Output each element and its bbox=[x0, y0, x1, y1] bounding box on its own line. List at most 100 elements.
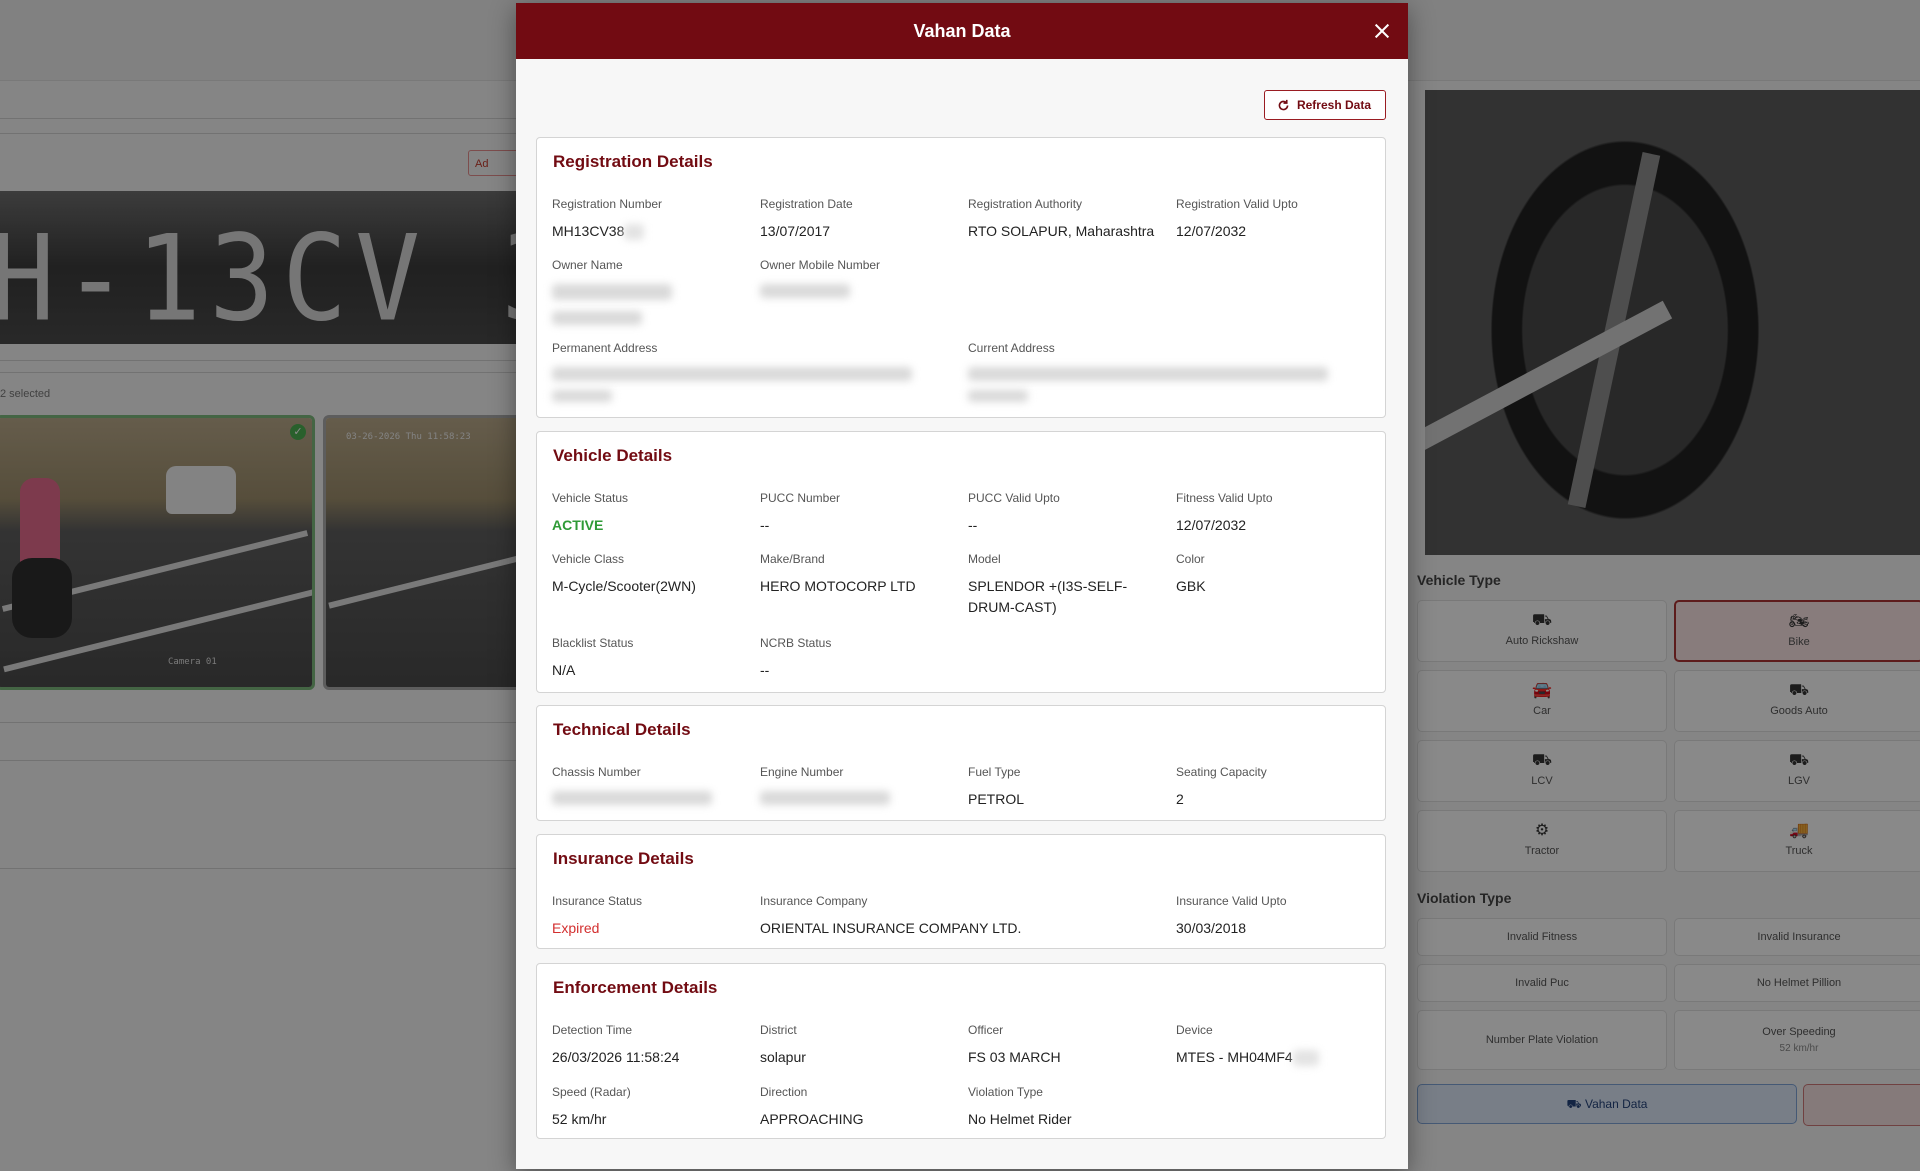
field-value: -- bbox=[968, 517, 978, 533]
section-title: Enforcement Details bbox=[553, 978, 718, 997]
officer-field: Officer FS 03 MARCH bbox=[968, 1023, 1168, 1068]
section-title: Vehicle Details bbox=[553, 446, 673, 465]
fitness-valid-upto-field: Fitness Valid Upto 12/07/2032 bbox=[1176, 491, 1376, 536]
field-value: HERO MOTOCORP LTD bbox=[760, 578, 916, 594]
redacted-text bbox=[624, 224, 645, 241]
registration-date-field: Registration Date 13/07/2017 bbox=[760, 197, 960, 242]
speed-field: Speed (Radar) 52 km/hr bbox=[552, 1085, 752, 1130]
field-label: Owner Name bbox=[552, 258, 623, 272]
field-label: Make/Brand bbox=[760, 552, 825, 566]
field-label: Fitness Valid Upto bbox=[1176, 491, 1273, 505]
field-value: -- bbox=[760, 517, 770, 533]
current-address-field: Current Address bbox=[968, 341, 1358, 407]
redacted-text bbox=[760, 284, 960, 303]
vahan-data-modal: Vahan Data Refresh Data Registration Det… bbox=[516, 3, 1408, 1169]
field-label: Registration Number bbox=[552, 197, 663, 211]
field-label: Owner Mobile Number bbox=[760, 258, 881, 272]
field-label: Registration Authority bbox=[968, 197, 1083, 211]
field-label: Color bbox=[1176, 552, 1205, 566]
redacted-text bbox=[552, 367, 942, 407]
field-label: Chassis Number bbox=[552, 765, 641, 779]
make-brand-field: Make/Brand HERO MOTOCORP LTD bbox=[760, 552, 960, 597]
ncrb-status-field: NCRB Status -- bbox=[760, 636, 960, 681]
seating-capacity-field: Seating Capacity 2 bbox=[1176, 765, 1376, 810]
field-label: Speed (Radar) bbox=[552, 1085, 631, 1099]
refresh-data-label: Refresh Data bbox=[1296, 98, 1371, 112]
field-label: Registration Date bbox=[760, 197, 853, 211]
field-value: FS 03 MARCH bbox=[968, 1049, 1061, 1065]
field-value: 13/07/2017 bbox=[760, 223, 831, 239]
refresh-data-button[interactable]: Refresh Data bbox=[1263, 90, 1386, 120]
field-value: PETROL bbox=[968, 791, 1025, 807]
registration-number-field: Registration Number MH13CV38 bbox=[552, 197, 752, 242]
field-value: 12/07/2032 bbox=[1176, 223, 1247, 239]
device-field: Device MTES - MH04MF4 bbox=[1176, 1023, 1376, 1068]
field-value: RTO SOLAPUR, Maharashtra bbox=[968, 223, 1155, 239]
status-badge: Expired bbox=[552, 920, 600, 936]
violation-type-field: Violation Type No Helmet Rider bbox=[968, 1085, 1168, 1130]
blacklist-status-field: Blacklist Status N/A bbox=[552, 636, 752, 681]
field-label: Direction bbox=[760, 1085, 808, 1099]
registration-number-value: MH13CV38 bbox=[552, 223, 625, 239]
field-label: NCRB Status bbox=[760, 636, 832, 650]
device-value: MTES - MH04MF4 bbox=[1176, 1049, 1293, 1065]
enforcement-details-section: Enforcement Details Detection Time 26/03… bbox=[536, 963, 1386, 1139]
color-field: Color GBK bbox=[1176, 552, 1376, 597]
field-label: Vehicle Status bbox=[552, 491, 629, 505]
field-value: 30/03/2018 bbox=[1176, 920, 1247, 936]
field-label: Device bbox=[1176, 1023, 1213, 1037]
detection-time-field: Detection Time 26/03/2026 11:58:24 bbox=[552, 1023, 752, 1068]
modal-header: Vahan Data bbox=[516, 3, 1408, 59]
permanent-address-field: Permanent Address bbox=[552, 341, 942, 407]
field-label: Violation Type bbox=[968, 1085, 1043, 1099]
refresh-icon bbox=[1278, 99, 1289, 110]
vehicle-class-field: Vehicle Class M-Cycle/Scooter(2WN) bbox=[552, 552, 752, 597]
field-label: Insurance Company bbox=[760, 894, 868, 908]
field-value: M-Cycle/Scooter(2WN) bbox=[552, 578, 696, 594]
field-value: ORIENTAL INSURANCE COMPANY LTD. bbox=[760, 920, 1022, 936]
field-value: 2 bbox=[1176, 791, 1184, 807]
field-label: Officer bbox=[968, 1023, 1004, 1037]
field-value: GBK bbox=[1176, 578, 1206, 594]
fuel-type-field: Fuel Type PETROL bbox=[968, 765, 1168, 810]
field-label: Insurance Status bbox=[552, 894, 643, 908]
field-label: PUCC Valid Upto bbox=[968, 491, 1060, 505]
field-value: -- bbox=[760, 662, 770, 678]
field-label: Model bbox=[968, 552, 1001, 566]
owner-name-field: Owner Name bbox=[552, 258, 752, 330]
redacted-text bbox=[760, 791, 960, 810]
section-title: Technical Details bbox=[553, 720, 691, 739]
modal-title: Vahan Data bbox=[913, 21, 1011, 41]
field-value: solapur bbox=[760, 1049, 806, 1065]
district-field: District solapur bbox=[760, 1023, 960, 1068]
field-value: 26/03/2026 11:58:24 bbox=[552, 1049, 680, 1065]
insurance-details-section: Insurance Details Insurance Status Expir… bbox=[536, 834, 1386, 949]
field-label: Insurance Valid Upto bbox=[1176, 894, 1287, 908]
pucc-number-field: PUCC Number -- bbox=[760, 491, 960, 536]
pucc-valid-upto-field: PUCC Valid Upto -- bbox=[968, 491, 1168, 536]
insurance-status-field: Insurance Status Expired bbox=[552, 894, 752, 939]
direction-field: Direction APPROACHING bbox=[760, 1085, 960, 1130]
section-title: Insurance Details bbox=[553, 849, 694, 868]
field-value: MTES - MH04MF4 bbox=[1176, 1047, 1376, 1068]
registration-valid-upto-field: Registration Valid Upto 12/07/2032 bbox=[1176, 197, 1376, 242]
section-title: Registration Details bbox=[553, 152, 713, 171]
close-icon[interactable] bbox=[1370, 19, 1394, 43]
vehicle-details-section: Vehicle Details Vehicle Status ACTIVE PU… bbox=[536, 431, 1386, 693]
redacted-text bbox=[1292, 1050, 1319, 1067]
field-value: MH13CV38 bbox=[552, 221, 752, 242]
redacted-text bbox=[968, 367, 1358, 407]
field-label: Current Address bbox=[968, 341, 1055, 355]
chassis-number-field: Chassis Number bbox=[552, 765, 752, 810]
field-label: Permanent Address bbox=[552, 341, 658, 355]
field-value: 52 km/hr bbox=[552, 1111, 607, 1127]
field-label: Blacklist Status bbox=[552, 636, 634, 650]
field-value: N/A bbox=[552, 662, 576, 678]
owner-mobile-field: Owner Mobile Number bbox=[760, 258, 960, 303]
field-value: 12/07/2032 bbox=[1176, 517, 1247, 533]
insurance-company-field: Insurance Company ORIENTAL INSURANCE COM… bbox=[760, 894, 1160, 939]
status-badge: ACTIVE bbox=[552, 517, 604, 533]
field-value: No Helmet Rider bbox=[968, 1111, 1072, 1127]
redacted-text bbox=[552, 284, 752, 330]
field-label: Vehicle Class bbox=[552, 552, 625, 566]
